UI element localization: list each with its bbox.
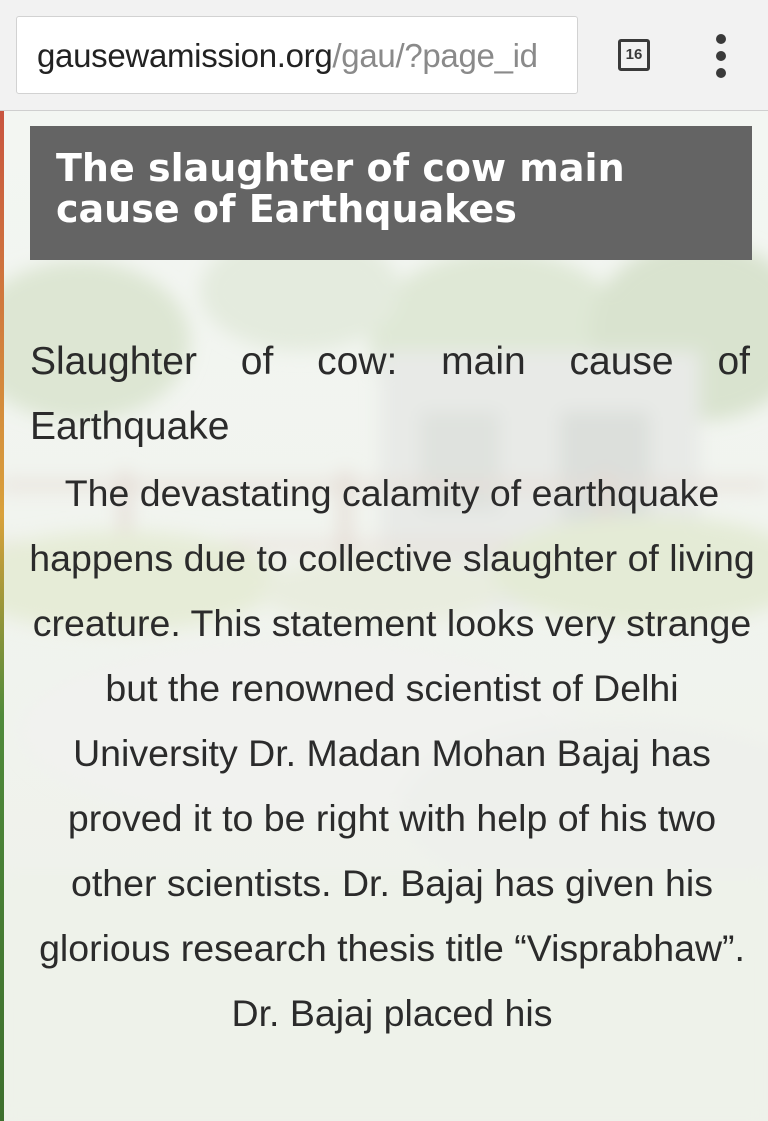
article-body: The devastating calamity of earthquake h… (29, 472, 755, 1034)
article-subheading: Slaughter of cow: main cause of Earthqua… (30, 340, 750, 448)
article-title-banner: The slaughter of cow main cause of Earth… (30, 126, 752, 260)
address-bar[interactable]: gausewamission.org/gau/?page_id (16, 16, 578, 94)
overflow-menu-icon[interactable] (700, 32, 744, 80)
article-title: The slaughter of cow main cause of Earth… (56, 146, 625, 231)
url-path: /gau/?page_id (332, 37, 538, 74)
page-left-edge (0, 111, 4, 1121)
url-text: gausewamission.org/gau/?page_id (37, 38, 538, 74)
browser-toolbar: gausewamission.org/gau/?page_id 16 (0, 0, 768, 111)
url-host: gausewamission.org (37, 37, 333, 74)
tab-switcher-icon[interactable]: 16 (618, 39, 650, 71)
page-content: The slaughter of cow main cause of Earth… (0, 111, 768, 1121)
